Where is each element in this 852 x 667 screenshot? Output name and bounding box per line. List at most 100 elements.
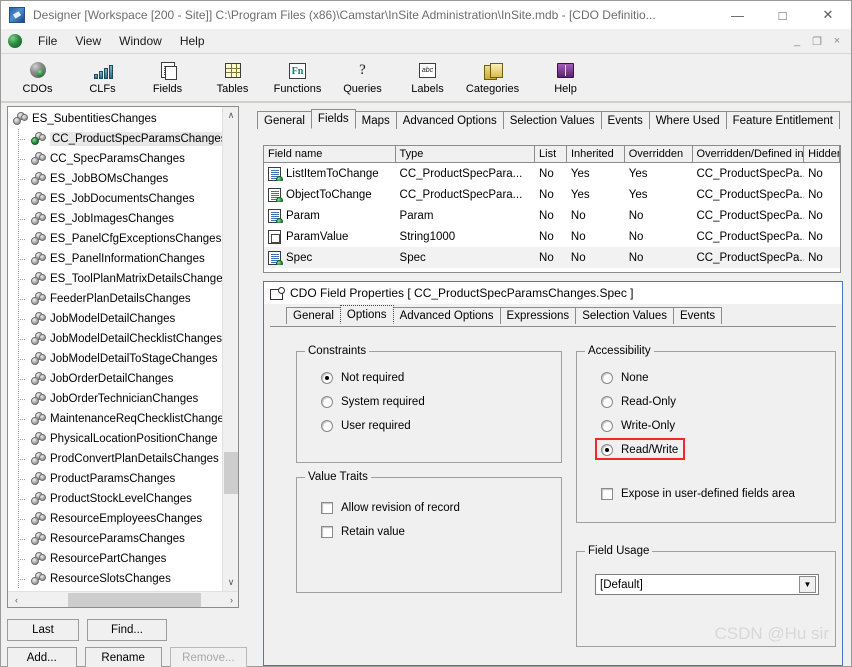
minimize-button[interactable]: — [715, 1, 760, 29]
radio-write-only-icon[interactable] [601, 420, 613, 432]
maximize-button[interactable]: □ [760, 1, 805, 29]
radio-not-required[interactable]: Not required [297, 366, 561, 390]
checkbox-retain-value-icon[interactable] [321, 526, 333, 538]
checkbox-allow-revision-icon[interactable] [321, 502, 333, 514]
field-usage-combobox[interactable]: [Default] ▼ [595, 574, 819, 595]
checkbox-expose-user-defined[interactable]: Expose in user-defined fields area [577, 482, 835, 506]
scroll-up-arrow-icon[interactable]: ∧ [223, 107, 238, 124]
menu-item-file[interactable]: File [29, 32, 66, 50]
tree-item-joborderdetailchanges[interactable]: JobOrderDetailChanges [8, 369, 223, 389]
properties-tab-events[interactable]: Events [673, 307, 723, 324]
add-button[interactable]: Add... [7, 647, 77, 667]
tree-item-productparamschanges[interactable]: ProductParamsChanges [8, 469, 223, 489]
scroll-left-arrow-icon[interactable]: ‹ [8, 592, 25, 607]
tree-item-es_panelinformationchanges[interactable]: ES_PanelInformationChanges [8, 249, 223, 269]
tree-item-prodconvertplandetailschanges[interactable]: ProdConvertPlanDetailsChanges [8, 449, 223, 469]
properties-tab-advanced-options[interactable]: Advanced Options [392, 307, 501, 324]
tree-item-jobmodeldetailtostagechanges[interactable]: JobModelDetailToStageChanges [8, 349, 223, 369]
radio-system-required[interactable]: System required [297, 390, 561, 414]
toolbar-button-cdos[interactable]: CDOs [5, 56, 70, 101]
properties-tab-selection-values[interactable]: Selection Values [575, 307, 674, 324]
tree-item-maintenancereqchecklistchanges[interactable]: MaintenanceReqChecklistChanges [8, 409, 223, 429]
tree-item-resourcepartchanges[interactable]: ResourcePartChanges [8, 549, 223, 569]
table-row[interactable]: Spec Spec No No No CC_ProductSpecPa... No [264, 247, 840, 268]
menu-item-help[interactable]: Help [171, 32, 214, 50]
cdo-definition-tabs[interactable]: General Fields Maps Advanced Options Selecti… [257, 109, 840, 129]
table-row[interactable]: ObjectToChange CC_ProductSpecPara... No Yes… [264, 184, 840, 205]
properties-tab-expressions[interactable]: Expressions [499, 307, 577, 324]
rename-button[interactable]: Rename [84, 647, 162, 667]
field-grid-body[interactable]: ListItemToChange CC_ProductSpecPara... No Y… [264, 163, 840, 268]
tab-feature-entitlement[interactable]: Feature Entitlement [725, 111, 840, 129]
radio-none-icon[interactable] [601, 372, 613, 384]
radio-read-write-icon[interactable] [601, 444, 613, 456]
scroll-down-arrow-icon[interactable]: ∨ [223, 574, 238, 591]
tab-fields[interactable]: Fields [310, 109, 356, 129]
tree-item-es_panelcfgexceptionschanges[interactable]: ES_PanelCfgExceptionsChanges [8, 229, 223, 249]
tree-horizontal-scrollbar[interactable]: ‹ › [8, 591, 238, 607]
tree-item-resourceemployeeschanges[interactable]: ResourceEmployeesChanges [8, 509, 223, 529]
toolbar-button-labels[interactable]: abc Labels [395, 56, 460, 101]
tab-maps[interactable]: Maps [354, 111, 397, 129]
toolbar-button-queries[interactable]: ? Queries [330, 56, 395, 101]
tree-item-feederplandetailschanges[interactable]: FeederPlanDetailsChanges [8, 289, 223, 309]
radio-read-only[interactable]: Read-Only [577, 390, 835, 414]
tab-advanced-options[interactable]: Advanced Options [395, 111, 504, 129]
radio-write-only[interactable]: Write-Only [577, 414, 835, 438]
table-row[interactable]: ListItemToChange CC_ProductSpecPara... No Y… [264, 163, 840, 184]
tab-selection-values[interactable]: Selection Values [502, 111, 602, 129]
column-header-type[interactable]: Type [395, 146, 536, 163]
column-header-overridden-defined-in[interactable]: Overridden/Defined in [692, 146, 805, 163]
table-row[interactable]: ParamValue String1000 No No No CC_ProductSpec… [264, 226, 840, 247]
toolbar-button-clfs[interactable]: CLFs [70, 56, 135, 101]
tab-where-used[interactable]: Where Used [648, 111, 727, 129]
radio-not-required-icon[interactable] [321, 372, 333, 384]
scroll-right-arrow-icon[interactable]: › [223, 592, 238, 607]
tree-item-jobordertechnicianchanges[interactable]: JobOrderTechnicianChanges [8, 389, 223, 409]
properties-tab-general[interactable]: General [286, 307, 341, 324]
mdi-minimize-button[interactable]: _ [787, 31, 807, 51]
toolbar-button-functions[interactable]: Fn Functions [265, 56, 330, 101]
radio-read-write[interactable]: Read/Write [577, 438, 835, 462]
checkbox-allow-revision[interactable]: Allow revision of record [297, 496, 561, 520]
field-grid[interactable]: Field name Type List Inherited Overridden Ove… [263, 145, 841, 273]
tree-item-es_jobbomschanges[interactable]: ES_JobBOMsChanges [8, 169, 223, 189]
cdo-tree-panel[interactable]: ES_SubentitiesChanges CC_ProductSpecParam… [7, 106, 239, 608]
tree-item-cc_productspecparamschanges[interactable]: CC_ProductSpecParamsChanges [8, 129, 223, 149]
column-header-hidden[interactable]: Hidden [804, 146, 841, 163]
column-header-list[interactable]: List [535, 146, 567, 163]
tree-item-resourceparamschanges[interactable]: ResourceParamsChanges [8, 529, 223, 549]
tree-item-jobmodeldetailchecklistchanges[interactable]: JobModelDetailChecklistChanges [8, 329, 223, 349]
tree-item-es_toolplanmatrixdetailschange[interactable]: ES_ToolPlanMatrixDetailsChange [8, 269, 223, 289]
tree-item-physicallocationpositionchange[interactable]: PhysicalLocationPositionChange [8, 429, 223, 449]
cdo-tree[interactable]: ES_SubentitiesChanges CC_ProductSpecParam… [8, 107, 223, 591]
checkbox-expose-user-defined-icon[interactable] [601, 488, 613, 500]
properties-tabs[interactable]: General Options Advanced Options Expression… [264, 304, 842, 324]
properties-tab-options[interactable]: Options [339, 305, 394, 324]
tree-hscroll-thumb[interactable] [68, 593, 201, 607]
tree-item-es_jobdocumentschanges[interactable]: ES_JobDocumentsChanges [8, 189, 223, 209]
menu-item-view[interactable]: View [66, 32, 110, 50]
tree-vscroll-thumb[interactable] [224, 452, 238, 494]
toolbar-button-fields[interactable]: Fields [135, 56, 200, 101]
toolbar-button-categories[interactable]: Categories [460, 56, 525, 101]
tab-events[interactable]: Events [600, 111, 650, 129]
tree-item-jobmodeldetailchanges[interactable]: JobModelDetailChanges [8, 309, 223, 329]
column-header-field-name[interactable]: Field name [264, 146, 396, 163]
tree-root-item[interactable]: ES_SubentitiesChanges [8, 109, 223, 129]
table-row[interactable]: Param Param No No No CC_ProductSpecPa... No [264, 205, 840, 226]
radio-system-required-icon[interactable] [321, 396, 333, 408]
last-button[interactable]: Last [7, 619, 79, 641]
mdi-close-button[interactable]: × [827, 31, 847, 51]
tree-item-cc_specparamschanges[interactable]: CC_SpecParamsChanges [8, 149, 223, 169]
radio-read-only-icon[interactable] [601, 396, 613, 408]
chevron-down-icon[interactable]: ▼ [799, 576, 816, 593]
checkbox-retain-value[interactable]: Retain value [297, 520, 561, 544]
find-button[interactable]: Find... [87, 619, 167, 641]
tree-item-productstocklevelchanges[interactable]: ProductStockLevelChanges [8, 489, 223, 509]
toolbar-button-tables[interactable]: Tables [200, 56, 265, 101]
column-header-inherited[interactable]: Inherited [566, 146, 625, 163]
close-button[interactable]: ✕ [805, 1, 851, 29]
tree-vertical-scrollbar[interactable]: ∧ ∨ [222, 107, 238, 591]
menu-item-window[interactable]: Window [110, 32, 171, 50]
